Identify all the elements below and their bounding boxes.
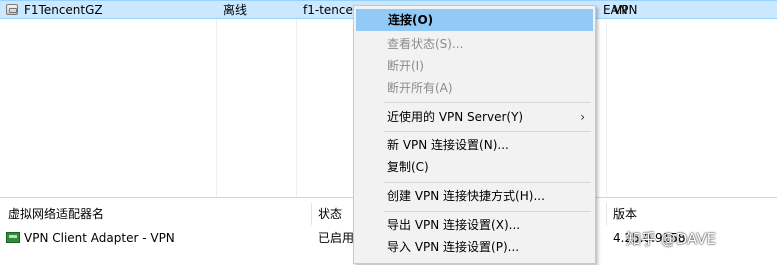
- menu-item-recent-vpn-server[interactable]: 近使用的 VPN Server(Y) ›: [356, 106, 593, 128]
- connection-status: 离线: [223, 3, 248, 17]
- menu-item-label: 连接(O): [388, 13, 434, 27]
- column-divider: [296, 19, 297, 197]
- context-menu: 连接(O) 查看状态(S)... 断开(I) 断开所有(A) 近使用的 VPN …: [353, 5, 596, 264]
- connection-server: f1-tence: [303, 3, 353, 17]
- submenu-arrow-icon: ›: [580, 110, 585, 124]
- header-divider: [606, 203, 607, 225]
- menu-item-disconnect-all[interactable]: 断开所有(A): [356, 77, 593, 99]
- column-header-adapter-name[interactable]: 虚拟网络适配器名: [8, 206, 104, 222]
- menu-separator: [384, 131, 591, 132]
- menu-item-new-connection[interactable]: 新 VPN 连接设置(N)...: [356, 134, 593, 156]
- column-divider: [216, 19, 217, 197]
- menu-item-disconnect[interactable]: 断开(I): [356, 55, 593, 77]
- menu-separator: [384, 102, 591, 103]
- connection-type: VPN: [613, 3, 638, 17]
- menu-item-label: 查看状态(S)...: [387, 37, 464, 51]
- menu-item-label: 创建 VPN 连接快捷方式(H)...: [387, 189, 545, 203]
- menu-item-connect[interactable]: 连接(O): [356, 9, 593, 31]
- network-adapter-icon: [6, 232, 20, 243]
- menu-item-label: 新 VPN 连接设置(N)...: [387, 138, 509, 152]
- menu-item-label: 复制(C): [387, 160, 429, 174]
- menu-item-label: 断开所有(A): [387, 81, 453, 95]
- menu-item-view-status[interactable]: 查看状态(S)...: [356, 33, 593, 55]
- menu-item-label: 导入 VPN 连接设置(P)...: [387, 240, 520, 254]
- adapter-name: VPN Client Adapter - VPN: [24, 231, 175, 245]
- menu-item-label: 断开(I): [387, 59, 424, 73]
- menu-item-label: 近使用的 VPN Server(Y): [387, 110, 524, 124]
- adapter-status: 已启用: [318, 231, 355, 245]
- header-divider: [311, 203, 312, 225]
- menu-separator: [384, 211, 591, 212]
- menu-item-copy[interactable]: 复制(C): [356, 156, 593, 178]
- watermark: 知乎 @DAVE: [626, 230, 717, 248]
- vpn-connection-icon: [6, 4, 18, 15]
- column-header-version[interactable]: 版本: [613, 206, 637, 222]
- menu-item-label: 导出 VPN 连接设置(X)...: [387, 218, 521, 232]
- menu-item-export-settings[interactable]: 导出 VPN 连接设置(X)...: [356, 214, 593, 236]
- connection-name: F1TencentGZ: [24, 3, 103, 17]
- column-divider: [606, 19, 607, 197]
- menu-separator: [384, 182, 591, 183]
- column-header-status[interactable]: 状态: [318, 206, 342, 222]
- menu-item-import-settings[interactable]: 导入 VPN 连接设置(P)...: [356, 236, 593, 258]
- menu-item-create-shortcut[interactable]: 创建 VPN 连接快捷方式(H)...: [356, 185, 593, 207]
